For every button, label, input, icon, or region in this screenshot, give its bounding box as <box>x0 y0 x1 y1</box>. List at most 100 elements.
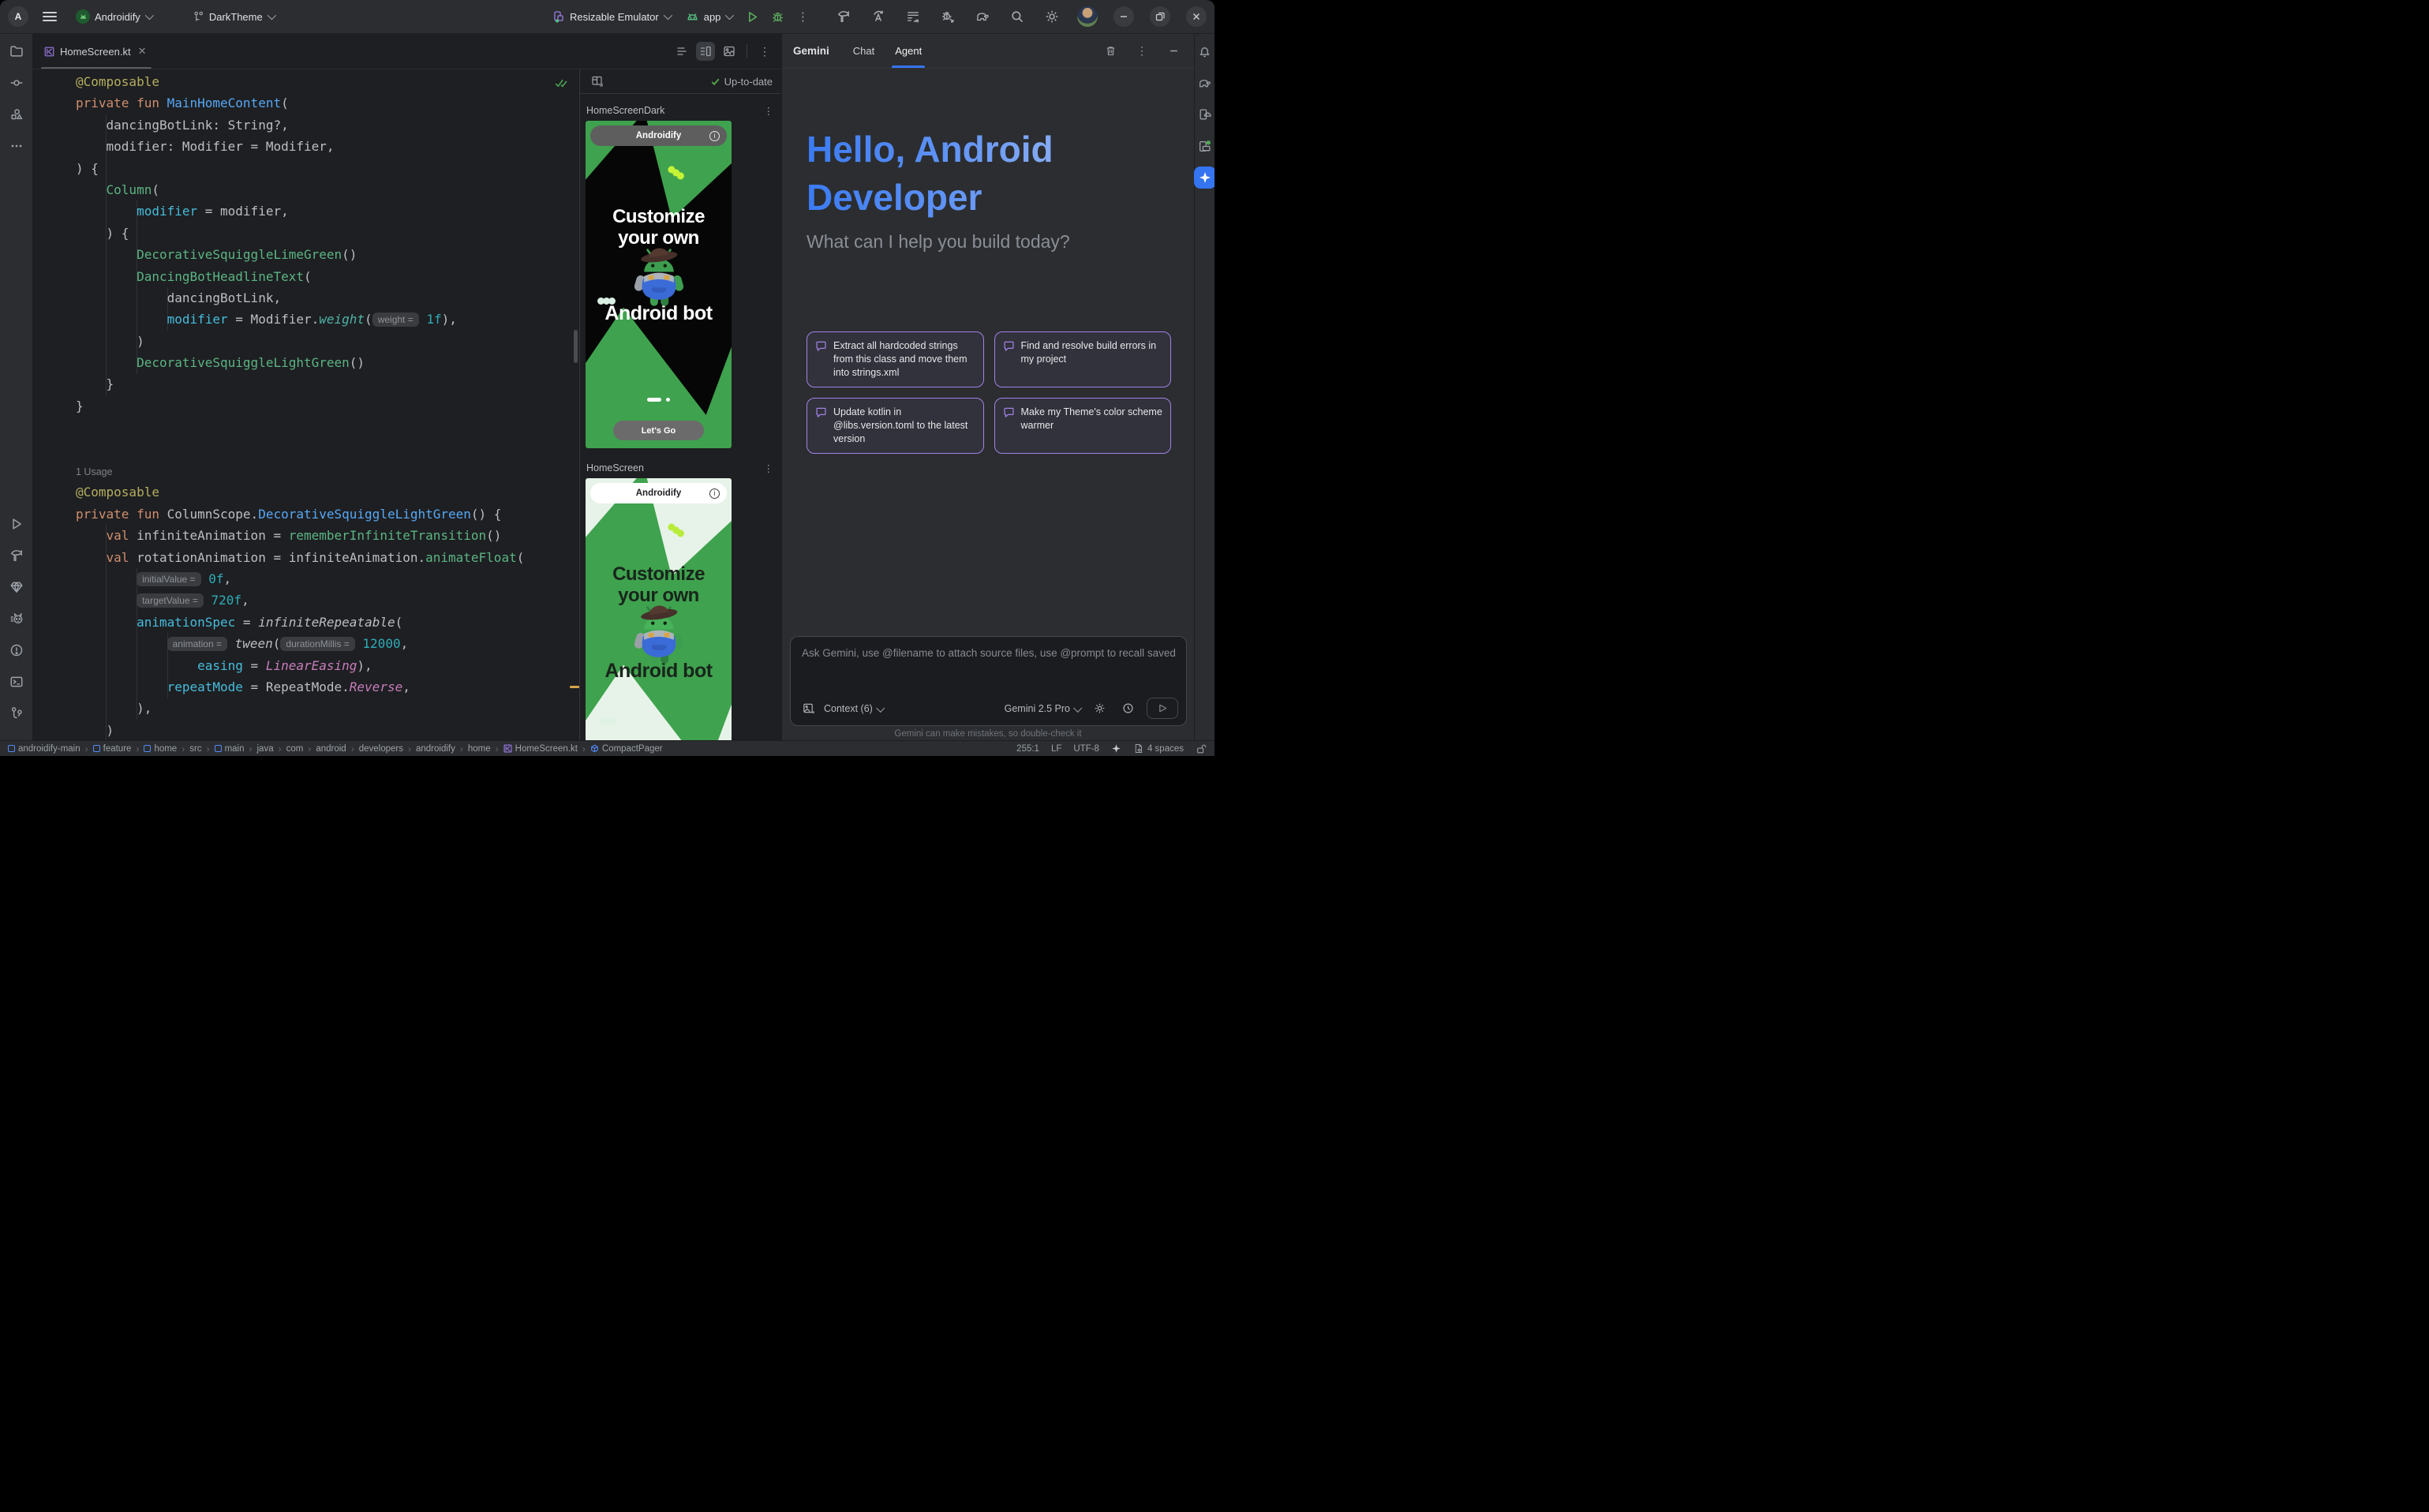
tab-homescreen-kt[interactable]: HomeScreen.kt ✕ <box>38 34 155 69</box>
more-actions-button[interactable]: ⋮ <box>793 7 812 26</box>
android-studio-logo-icon: A <box>8 6 28 27</box>
preview-homescreendark[interactable]: Androidify i Customize your own <box>586 121 732 448</box>
breadcrumb-item[interactable]: HomeScreen.kt <box>503 744 578 754</box>
project-selector[interactable]: Androidify <box>71 6 156 27</box>
history-icon[interactable] <box>1118 699 1137 718</box>
suggestion-card-4[interactable]: Make my Theme's color scheme warmer <box>994 398 1172 454</box>
breadcrumb-item[interactable]: androidify <box>416 744 455 754</box>
build-button[interactable] <box>834 7 853 26</box>
breadcrumb-separator: › <box>182 743 185 754</box>
breadcrumb-item[interactable]: com <box>286 744 304 754</box>
device-selector[interactable]: Resizable Emulator <box>548 7 675 26</box>
code-line: animationSpec = infiniteRepeatable( <box>76 612 524 633</box>
suggestion-card-1[interactable]: Extract all hardcoded strings from this … <box>807 331 984 387</box>
gemini-suggestions: Extract all hardcoded strings from this … <box>807 331 1171 454</box>
close-button[interactable] <box>1186 6 1207 27</box>
run-button[interactable] <box>743 7 762 26</box>
spark-icon[interactable] <box>1111 743 1121 754</box>
delete-conversation-icon[interactable] <box>1101 42 1120 61</box>
breadcrumb-separator: › <box>582 743 586 754</box>
project-folder-icon[interactable] <box>6 40 28 62</box>
attach-debugger-button[interactable] <box>938 7 957 26</box>
code-line: ) { <box>76 223 524 244</box>
restore-button[interactable] <box>1150 6 1170 27</box>
tab-chat[interactable]: Chat <box>853 34 874 68</box>
code-line <box>76 417 524 438</box>
gemini-minimize-icon[interactable] <box>1164 42 1183 61</box>
breadcrumb-item[interactable]: java <box>257 744 274 754</box>
commit-icon[interactable] <box>6 72 28 94</box>
code-view-button[interactable] <box>672 42 691 61</box>
run-tool-icon[interactable] <box>6 513 28 535</box>
more-tool-windows-icon[interactable] <box>6 135 28 157</box>
terminal-icon[interactable] <box>6 671 28 693</box>
changed-line-marker <box>570 686 579 688</box>
gemini-prompt-input[interactable] <box>791 637 1186 668</box>
lock-open-icon[interactable] <box>1196 743 1207 754</box>
user-avatar[interactable] <box>1077 6 1098 27</box>
gemini-rail-icon[interactable] <box>1194 167 1215 189</box>
settings-button[interactable] <box>1042 7 1061 26</box>
gemini-settings-icon[interactable] <box>1090 699 1109 718</box>
file-encoding[interactable]: UTF-8 <box>1073 744 1099 754</box>
device-manager-icon[interactable] <box>1194 103 1215 125</box>
breadcrumb-item[interactable]: home <box>468 744 491 754</box>
build-tool-icon[interactable] <box>6 545 28 567</box>
breadcrumb-item[interactable]: home <box>144 744 177 754</box>
device-name: Resizable Emulator <box>570 11 659 23</box>
app-quality-insights-icon[interactable] <box>6 576 28 598</box>
debug-button[interactable] <box>768 7 787 26</box>
design-view-button[interactable] <box>720 42 739 61</box>
profiler-button[interactable] <box>904 7 923 26</box>
suggestion-card-3[interactable]: Update kotlin in @libs.version.toml to t… <box>807 398 984 454</box>
gradle-sync-button[interactable] <box>973 7 992 26</box>
tab-close-icon[interactable]: ✕ <box>138 45 147 58</box>
chevron-down-icon <box>267 11 275 20</box>
gradle-icon[interactable] <box>1194 72 1215 94</box>
tab-agent[interactable]: Agent <box>895 34 922 68</box>
send-button[interactable] <box>1147 698 1178 719</box>
editor-scrollbar[interactable] <box>574 330 578 363</box>
preview-homescreen[interactable]: Androidify i Customize your own <box>586 478 732 740</box>
running-devices-icon[interactable] <box>1194 135 1215 157</box>
gemini-more-icon[interactable]: ⋮ <box>1132 42 1151 61</box>
attach-image-icon[interactable] <box>799 699 818 718</box>
breadcrumb-item[interactable]: src <box>189 744 201 754</box>
notifications-icon[interactable] <box>1194 40 1215 62</box>
branch-selector[interactable]: DarkTheme <box>188 8 279 26</box>
breadcrumb-item[interactable]: androidify-main <box>8 744 80 754</box>
caret-position[interactable]: 255:1 <box>1016 744 1039 754</box>
problems-icon[interactable] <box>6 639 28 661</box>
model-selector[interactable]: Gemini 2.5 Pro <box>1005 703 1080 714</box>
title-bar: A Androidify DarkTheme Resizable Emulato… <box>0 0 1214 33</box>
minimize-button[interactable] <box>1113 6 1134 27</box>
apply-changes-button[interactable] <box>869 7 888 26</box>
run-config-selector[interactable]: app <box>681 7 737 27</box>
inspection-ok-icon[interactable] <box>553 76 568 91</box>
split-view-button[interactable] <box>696 42 715 61</box>
android-head-icon <box>686 10 699 24</box>
code-line: private fun ColumnScope.DecorativeSquigg… <box>76 503 524 525</box>
breadcrumb-item[interactable]: CompactPager <box>590 744 663 754</box>
search-everywhere-button[interactable] <box>1008 7 1027 26</box>
preview-menu-icon[interactable]: ⋮ <box>764 462 775 474</box>
indent-config[interactable]: 4 spaces <box>1133 743 1184 754</box>
breadcrumb-item[interactable]: developers <box>359 744 403 754</box>
preview-layout-icon[interactable] <box>588 72 607 91</box>
lets-go-button[interactable]: Let's Go <box>613 421 704 440</box>
main-menu-button[interactable] <box>43 12 57 21</box>
version-control-icon[interactable] <box>6 702 28 724</box>
line-ending[interactable]: LF <box>1051 744 1061 754</box>
suggestion-card-2[interactable]: Find and resolve build errors in my proj… <box>994 331 1172 387</box>
editor-more-options-button[interactable]: ⋮ <box>755 42 774 61</box>
resource-manager-icon[interactable] <box>6 103 28 125</box>
breadcrumb-item[interactable]: main <box>215 744 245 754</box>
code-editor[interactable]: @Composableprivate fun MainHomeContent( … <box>33 69 579 740</box>
preview-menu-icon[interactable]: ⋮ <box>764 105 775 117</box>
breadcrumb-item[interactable]: feature <box>93 744 132 754</box>
suggestion-label: Find and resolve build errors in my proj… <box>1021 339 1163 380</box>
context-selector[interactable]: Context (6) <box>824 703 883 714</box>
breadcrumb-item[interactable]: android <box>316 744 346 754</box>
project-name: Androidify <box>95 11 140 23</box>
profiler-tool-icon[interactable] <box>6 608 28 630</box>
